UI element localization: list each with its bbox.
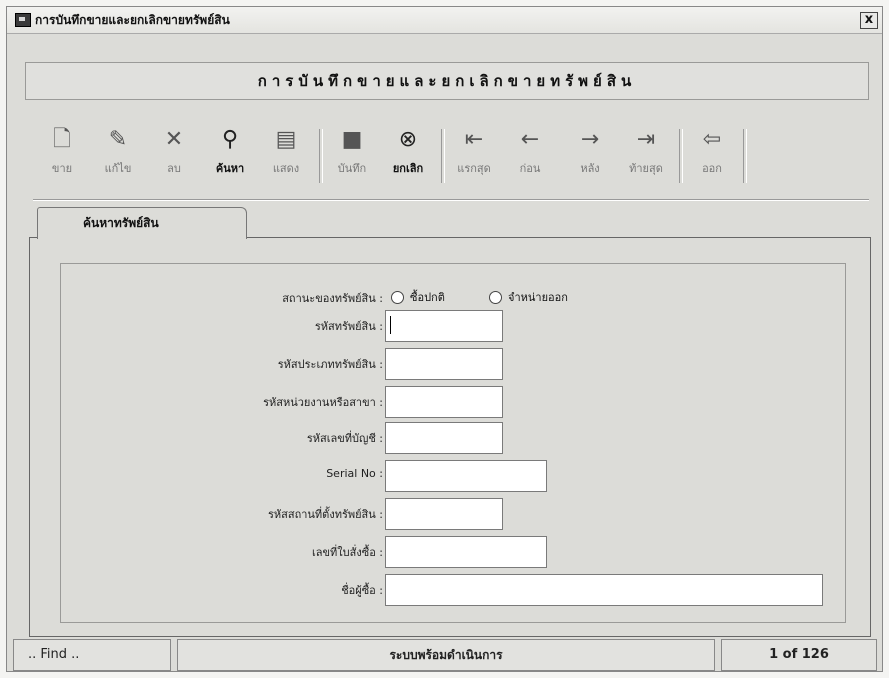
find-status[interactable]: .. Find .. bbox=[13, 639, 171, 671]
field-label: รหัสหน่วยงานหรือสาขา : bbox=[263, 396, 383, 409]
first-record-icon: ⇤ bbox=[464, 127, 484, 152]
search-button[interactable]: ⚲ ค้นหา bbox=[205, 125, 255, 187]
next-record-icon: → bbox=[580, 127, 600, 152]
status-message: ระบบพร้อมดำเนินการ bbox=[177, 639, 715, 671]
window-title: การบันทึกขายและยกเลิกขายทรัพย์สิน bbox=[35, 13, 230, 27]
asset-type-row: รหัสประเภททรัพย์สิน : bbox=[61, 348, 845, 380]
purchase-order-input[interactable] bbox=[385, 536, 547, 568]
divider bbox=[33, 199, 869, 201]
purchase-order-row: เลขที่ใบสั่งซื้อ : bbox=[61, 536, 845, 568]
field-label: ชื่อผู้ซื้อ : bbox=[341, 584, 383, 597]
save-icon: ■ bbox=[341, 127, 363, 152]
page-title: การบันทึกขายและยกเลิกขายทรัพย์สิน bbox=[257, 72, 637, 90]
sell-button[interactable]: 🗋 ขาย bbox=[37, 125, 87, 187]
buyer-name-input[interactable] bbox=[385, 574, 823, 606]
field-label: เลขที่ใบสั่งซื้อ : bbox=[312, 546, 383, 559]
sell-button-label: ขาย bbox=[51, 162, 73, 175]
field-label: สถานะของทรัพย์สิน : bbox=[282, 292, 383, 305]
delete-x-icon: ✕ bbox=[164, 127, 184, 152]
title-bar: การบันทึกขายและยกเลิกขายทรัพย์สิน x bbox=[7, 7, 882, 34]
main-window: การบันทึกขายและยกเลิกขายทรัพย์สิน x การบ… bbox=[6, 6, 883, 672]
cancel-button[interactable]: ⊗ ยกเลิก bbox=[383, 125, 433, 187]
next-record-button[interactable]: → หลัง bbox=[565, 125, 615, 187]
toolbar-separator bbox=[319, 129, 323, 183]
toolbar: 🗋 ขาย ✎ แก้ไข ✕ ลบ ⚲ ค้นหา ▤ แสดง ■ บันท… bbox=[37, 125, 867, 187]
search-form: สถานะของทรัพย์สิน : ซื้อปกติ จำหน่ายออก … bbox=[60, 263, 846, 623]
exit-door-icon: ⇦ bbox=[702, 127, 722, 152]
previous-record-button[interactable]: ← ก่อน bbox=[505, 125, 555, 187]
radio-disposed[interactable]: จำหน่ายออก bbox=[489, 288, 568, 306]
previous-record-icon: ← bbox=[520, 127, 540, 152]
exit-button-label: ออก bbox=[702, 162, 722, 175]
field-label: รหัสประเภททรัพย์สิน : bbox=[277, 358, 383, 371]
next-record-label: หลัง bbox=[580, 162, 600, 175]
cancel-icon: ⊗ bbox=[398, 127, 418, 152]
asset-type-input[interactable] bbox=[385, 348, 503, 380]
display-button-label: แสดง bbox=[272, 162, 300, 175]
record-counter: 1 of 126 bbox=[721, 639, 877, 671]
cancel-button-label: ยกเลิก bbox=[392, 162, 424, 175]
close-button[interactable]: x bbox=[860, 12, 878, 29]
status-bar: .. Find .. ระบบพร้อมดำเนินการ 1 of 126 bbox=[7, 639, 882, 673]
toolbar-separator bbox=[679, 129, 683, 183]
exit-button[interactable]: ⇦ ออก bbox=[687, 125, 737, 187]
radio-normal-purchase[interactable]: ซื้อปกติ bbox=[391, 288, 445, 306]
last-record-label: ท้ายสุด bbox=[629, 162, 663, 175]
radio-circle-icon bbox=[489, 290, 502, 304]
account-row: รหัสเลขที่บัญชี : bbox=[61, 422, 845, 454]
asset-code-row: รหัสทรัพย์สิน : bbox=[61, 310, 845, 342]
first-record-button[interactable]: ⇤ แรกสุด bbox=[449, 125, 499, 187]
radio-circle-icon bbox=[391, 290, 404, 304]
asset-code-input[interactable] bbox=[385, 310, 503, 342]
search-button-label: ค้นหา bbox=[215, 162, 245, 175]
save-button[interactable]: ■ บันทึก bbox=[327, 125, 377, 187]
last-record-button[interactable]: ⇥ ท้ายสุด bbox=[621, 125, 671, 187]
display-button[interactable]: ▤ แสดง bbox=[261, 125, 311, 187]
new-document-icon: 🗋 bbox=[53, 127, 71, 152]
app-icon bbox=[15, 13, 31, 27]
text-cursor bbox=[390, 316, 391, 334]
location-row: รหัสสถานที่ตั้งทรัพย์สิน : bbox=[61, 498, 845, 530]
field-label: รหัสทรัพย์สิน : bbox=[314, 320, 383, 333]
list-view-icon: ▤ bbox=[275, 127, 297, 152]
account-input[interactable] bbox=[385, 422, 503, 454]
toolbar-separator bbox=[441, 129, 445, 183]
delete-button-label: ลบ bbox=[167, 162, 181, 175]
field-label: Serial No : bbox=[326, 467, 383, 480]
field-label: รหัสสถานที่ตั้งทรัพย์สิน : bbox=[267, 508, 383, 521]
toolbar-separator bbox=[743, 129, 747, 183]
department-row: รหัสหน่วยงานหรือสาขา : bbox=[61, 386, 845, 418]
tab-label: ค้นหาทรัพย์สิน bbox=[83, 216, 159, 230]
binoculars-icon: ⚲ bbox=[221, 127, 239, 152]
tab-search-asset[interactable]: ค้นหาทรัพย์สิน bbox=[37, 207, 247, 239]
previous-record-label: ก่อน bbox=[519, 162, 541, 175]
last-record-icon: ⇥ bbox=[636, 127, 656, 152]
edit-button-label: แก้ไข bbox=[104, 162, 132, 175]
field-label: รหัสเลขที่บัญชี : bbox=[306, 432, 383, 445]
status-row: สถานะของทรัพย์สิน : ซื้อปกติ จำหน่ายออก bbox=[61, 282, 845, 310]
serial-number-input[interactable] bbox=[385, 460, 547, 492]
department-input[interactable] bbox=[385, 386, 503, 418]
delete-button[interactable]: ✕ ลบ bbox=[149, 125, 199, 187]
buyer-name-row: ชื่อผู้ซื้อ : bbox=[61, 574, 845, 606]
edit-button[interactable]: ✎ แก้ไข bbox=[93, 125, 143, 187]
edit-icon: ✎ bbox=[108, 127, 128, 152]
first-record-label: แรกสุด bbox=[457, 162, 491, 175]
save-button-label: บันทึก bbox=[337, 162, 367, 175]
location-input[interactable] bbox=[385, 498, 503, 530]
header-panel: การบันทึกขายและยกเลิกขายทรัพย์สิน bbox=[25, 62, 869, 100]
serial-row: Serial No : bbox=[61, 460, 845, 492]
tab-panel: สถานะของทรัพย์สิน : ซื้อปกติ จำหน่ายออก … bbox=[29, 237, 871, 637]
